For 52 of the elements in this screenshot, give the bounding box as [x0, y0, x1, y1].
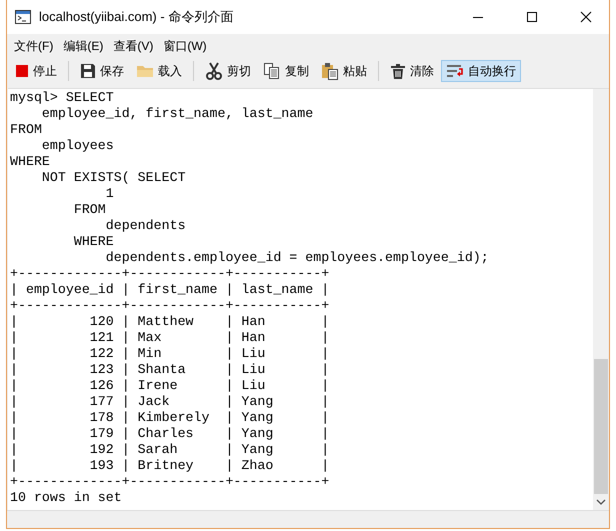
close-icon [580, 11, 592, 23]
console-line: | 121 | Max | Han | [10, 330, 330, 346]
toolbar-button[interactable]: 剪切 [200, 60, 256, 82]
menu-item[interactable]: 文件(F) [9, 38, 58, 56]
console-line: employees [40, 138, 114, 154]
console-line: | 177 | Jack | Yang | [10, 394, 330, 410]
console-line: +-------------+------------+-----------+ [10, 474, 330, 490]
console-line: FROM [72, 202, 106, 218]
console-line: mysql> SELECT [10, 90, 114, 106]
console-line: employee_id, first_name, last_name [40, 106, 314, 122]
console-line: dependents [104, 218, 186, 234]
console-line: WHERE [72, 234, 114, 250]
console-line: | 193 | Britney | Zhao | [10, 458, 330, 474]
console-line: | 179 | Charles | Yang | [10, 426, 330, 442]
console-line: | 178 | Kimberely | Yang | [10, 410, 330, 426]
menu-item[interactable]: 编辑(E) [58, 38, 108, 56]
console-line: | 192 | Sarah | Yang | [10, 442, 330, 458]
console-line: dependents.employee_id = employees.employee_id); [104, 250, 489, 266]
console-line: +-------------+------------+-----------+ [10, 266, 330, 282]
toolbar-button[interactable]: 复制 [258, 60, 314, 82]
toolbar-button[interactable]: 自动换行 [441, 60, 521, 82]
terminal-icon [15, 10, 31, 24]
console-line: +-------------+------------+-----------+ [10, 298, 330, 314]
scrollbar-thumb[interactable] [594, 359, 608, 494]
console-line: | 123 | Shanta | Liu | [10, 362, 330, 378]
console-line: | 122 | Min | Liu | [10, 346, 330, 362]
console-line: | 120 | Matthew | Han | [10, 314, 330, 330]
console-line: 1 [104, 186, 114, 202]
console-line: NOT EXISTS( SELECT [40, 170, 186, 186]
console-line: 10 rows in set [10, 490, 122, 506]
console-line: WHERE [10, 154, 50, 170]
maximize-icon [526, 11, 538, 23]
stop-icon [15, 64, 29, 78]
window-title: localhost(yiibai.com) - 命令列介面 [39, 8, 234, 26]
menu-item[interactable]: 窗口(W) [158, 38, 212, 56]
word-wrap-icon [446, 63, 464, 79]
trash-icon [390, 62, 406, 80]
console-line: | 126 | Irene | Liu | [10, 378, 330, 394]
scrollbar[interactable] [593, 89, 609, 510]
toolbar-button[interactable]: 清除 [385, 60, 439, 82]
save-icon [80, 63, 96, 79]
console-line: FROM [10, 122, 42, 138]
console-line: | employee_id | first_name | last_name | [10, 282, 330, 298]
toolbar-button[interactable]: 粘贴 [316, 60, 372, 82]
toolbar-button[interactable]: 载入 [131, 60, 187, 82]
menu-item[interactable]: 查看(V) [108, 38, 158, 56]
scissors-icon [205, 62, 223, 80]
copy-icon [263, 62, 281, 80]
toolbar-button[interactable]: 停止 [10, 60, 62, 82]
toolbar-button[interactable]: 保存 [75, 60, 129, 82]
clipboard-icon [321, 62, 339, 80]
folder-icon [136, 64, 154, 78]
